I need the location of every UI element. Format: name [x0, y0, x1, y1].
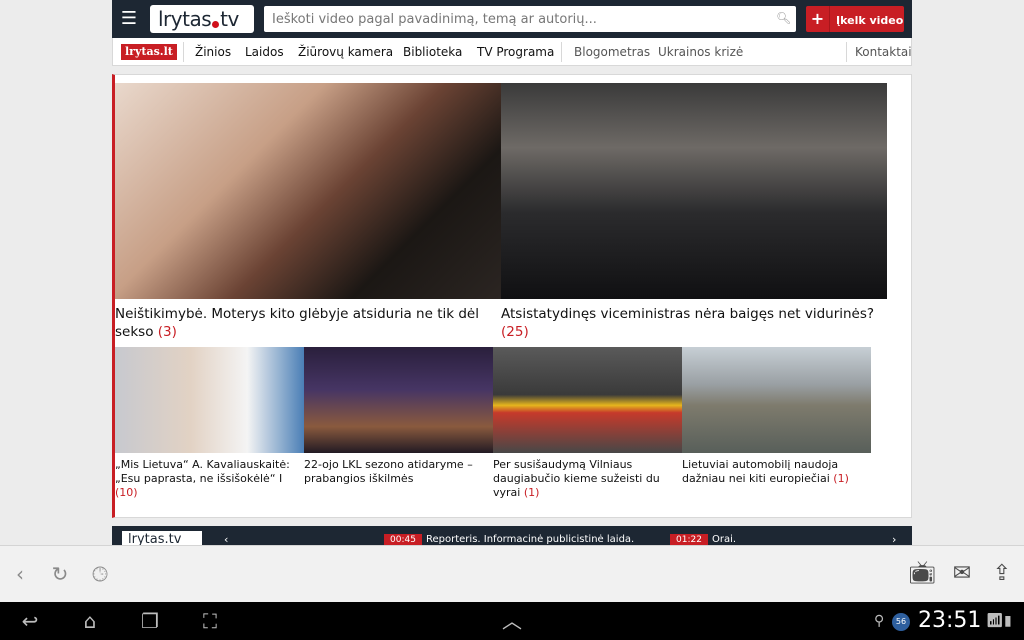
nav-item-kontaktai[interactable]: Kontaktai: [855, 38, 912, 66]
mail-icon[interactable]: ✉: [948, 560, 976, 588]
logo-suffix: tv: [220, 7, 239, 31]
browser-viewport: ☰ lrytas tv 🔍︎ + Įkelk video lrytas.lt Žin…: [0, 0, 1024, 545]
article-thumbnail[interactable]: [304, 347, 493, 453]
featured-article[interactable]: Neištikimybė. Moterys kito glėbyje atsid…: [115, 83, 501, 341]
search-icon[interactable]: 🔍︎: [776, 11, 791, 25]
upload-video-label: Įkelk video: [836, 14, 904, 27]
comment-count: (1): [833, 472, 849, 485]
tv-icon[interactable]: 📺︎: [908, 560, 936, 588]
article-card[interactable]: „Mis Lietuva“ A. Kavaliauskaitė: „Esu pa…: [115, 347, 304, 500]
tv-logo[interactable]: lrytas.tv: [122, 531, 202, 545]
site-header: ☰ lrytas tv 🔍︎ + Įkelk video: [112, 0, 912, 38]
program-title[interactable]: Reporteris. Informacinė publicistinė lai…: [426, 534, 634, 545]
article-thumbnail[interactable]: [682, 347, 871, 453]
home-icon[interactable]: ⌂: [74, 609, 106, 633]
brand-link[interactable]: lrytas.lt: [121, 44, 177, 60]
nav-item-tv-programa[interactable]: TV Programa: [477, 38, 554, 66]
tv-program-bar: lrytas.tv ‹ 00:45 Reporteris. Informacin…: [112, 526, 912, 545]
featured-section: Neištikimybė. Moterys kito glėbyje atsid…: [112, 74, 912, 518]
screenshot-icon[interactable]: ⛶: [194, 609, 226, 633]
upload-video-button[interactable]: + Įkelk video: [806, 6, 904, 32]
nav-divider: [183, 42, 184, 62]
site-logo[interactable]: lrytas tv: [150, 5, 254, 33]
comment-count: (10): [115, 486, 138, 499]
usb-icon: ⚲: [874, 613, 885, 629]
comment-count: (1): [523, 486, 540, 499]
nav-divider: [561, 42, 562, 62]
battery-icon: ▮: [1004, 613, 1012, 629]
comment-count: (25): [501, 324, 529, 340]
article-title[interactable]: Per susišaudymą Vilniaus daugiabučio kie…: [493, 458, 682, 500]
program-time: 01:22: [670, 534, 708, 545]
nav-item-biblioteka[interactable]: Biblioteka: [403, 38, 462, 66]
recent-apps-icon[interactable]: ❐: [134, 609, 166, 633]
featured-article[interactable]: Atsistatydinęs viceministras nėra baigęs…: [501, 83, 887, 341]
article-title[interactable]: 22-ojo LKL sezono atidaryme – prabangios…: [304, 458, 493, 486]
article-thumbnail[interactable]: [493, 347, 682, 453]
nav-item-ukrainos-krize[interactable]: Ukrainos krizė: [658, 38, 743, 66]
nav-item-laidos[interactable]: Laidos: [245, 38, 284, 66]
nav-divider: [846, 42, 847, 62]
history-icon[interactable]: 🕒︎: [86, 560, 114, 588]
article-thumbnail[interactable]: [115, 83, 501, 299]
plus-icon: +: [806, 6, 830, 32]
share-icon[interactable]: ⇪: [988, 560, 1016, 588]
program-time: 00:45: [384, 534, 422, 545]
article-title[interactable]: Neištikimybė. Moterys kito glėbyje atsid…: [115, 305, 501, 341]
main-nav: lrytas.lt Žinios Laidos Žiūrovų kamera B…: [112, 38, 912, 66]
nav-item-zinios[interactable]: Žinios: [195, 38, 231, 66]
search-input[interactable]: [264, 6, 796, 32]
program-title[interactable]: Orai.: [712, 534, 736, 545]
system-navigation-bar: ↩ ⌂ ❐ ⛶ ︿ ⚲ 56 23:51 📶︎ ▮: [0, 602, 1024, 640]
refresh-icon[interactable]: ↻: [46, 560, 74, 588]
article-title[interactable]: „Mis Lietuva“ A. Kavaliauskaitė: „Esu pa…: [115, 458, 304, 500]
nav-item-ziurovu-kamera[interactable]: Žiūrovų kamera: [298, 38, 393, 66]
article-card[interactable]: Lietuviai automobilį naudoja dažniau nei…: [682, 347, 871, 486]
clock: 23:51: [918, 608, 982, 633]
back-icon[interactable]: ‹: [6, 560, 34, 588]
nav-item-blogometras[interactable]: Blogometras: [574, 38, 650, 66]
back-nav-icon[interactable]: ↩: [14, 609, 46, 633]
chevron-up-icon[interactable]: ︿: [496, 609, 528, 633]
chevron-left-icon[interactable]: ‹: [224, 533, 228, 545]
wifi-icon: 📶︎: [986, 613, 1004, 629]
hamburger-menu-icon[interactable]: ☰: [118, 8, 140, 30]
comment-count: (3): [157, 324, 177, 340]
article-title[interactable]: Atsistatydinęs viceministras nėra baigęs…: [501, 305, 887, 341]
browser-toolbar: ‹ ↻ 🕒︎ 📺︎ ✉ ⇪: [0, 545, 1024, 602]
article-card[interactable]: Per susišaudymą Vilniaus daugiabučio kie…: [493, 347, 682, 500]
article-card[interactable]: 22-ojo LKL sezono atidaryme – prabangios…: [304, 347, 493, 486]
article-thumbnail[interactable]: [501, 83, 887, 299]
chevron-right-icon[interactable]: ›: [892, 533, 896, 545]
article-title[interactable]: Lietuviai automobilį naudoja dažniau nei…: [682, 458, 871, 486]
logo-dot: [212, 21, 220, 28]
notification-badge: 56: [892, 613, 910, 631]
logo-text: lrytas: [158, 7, 212, 31]
article-thumbnail[interactable]: [115, 347, 304, 453]
